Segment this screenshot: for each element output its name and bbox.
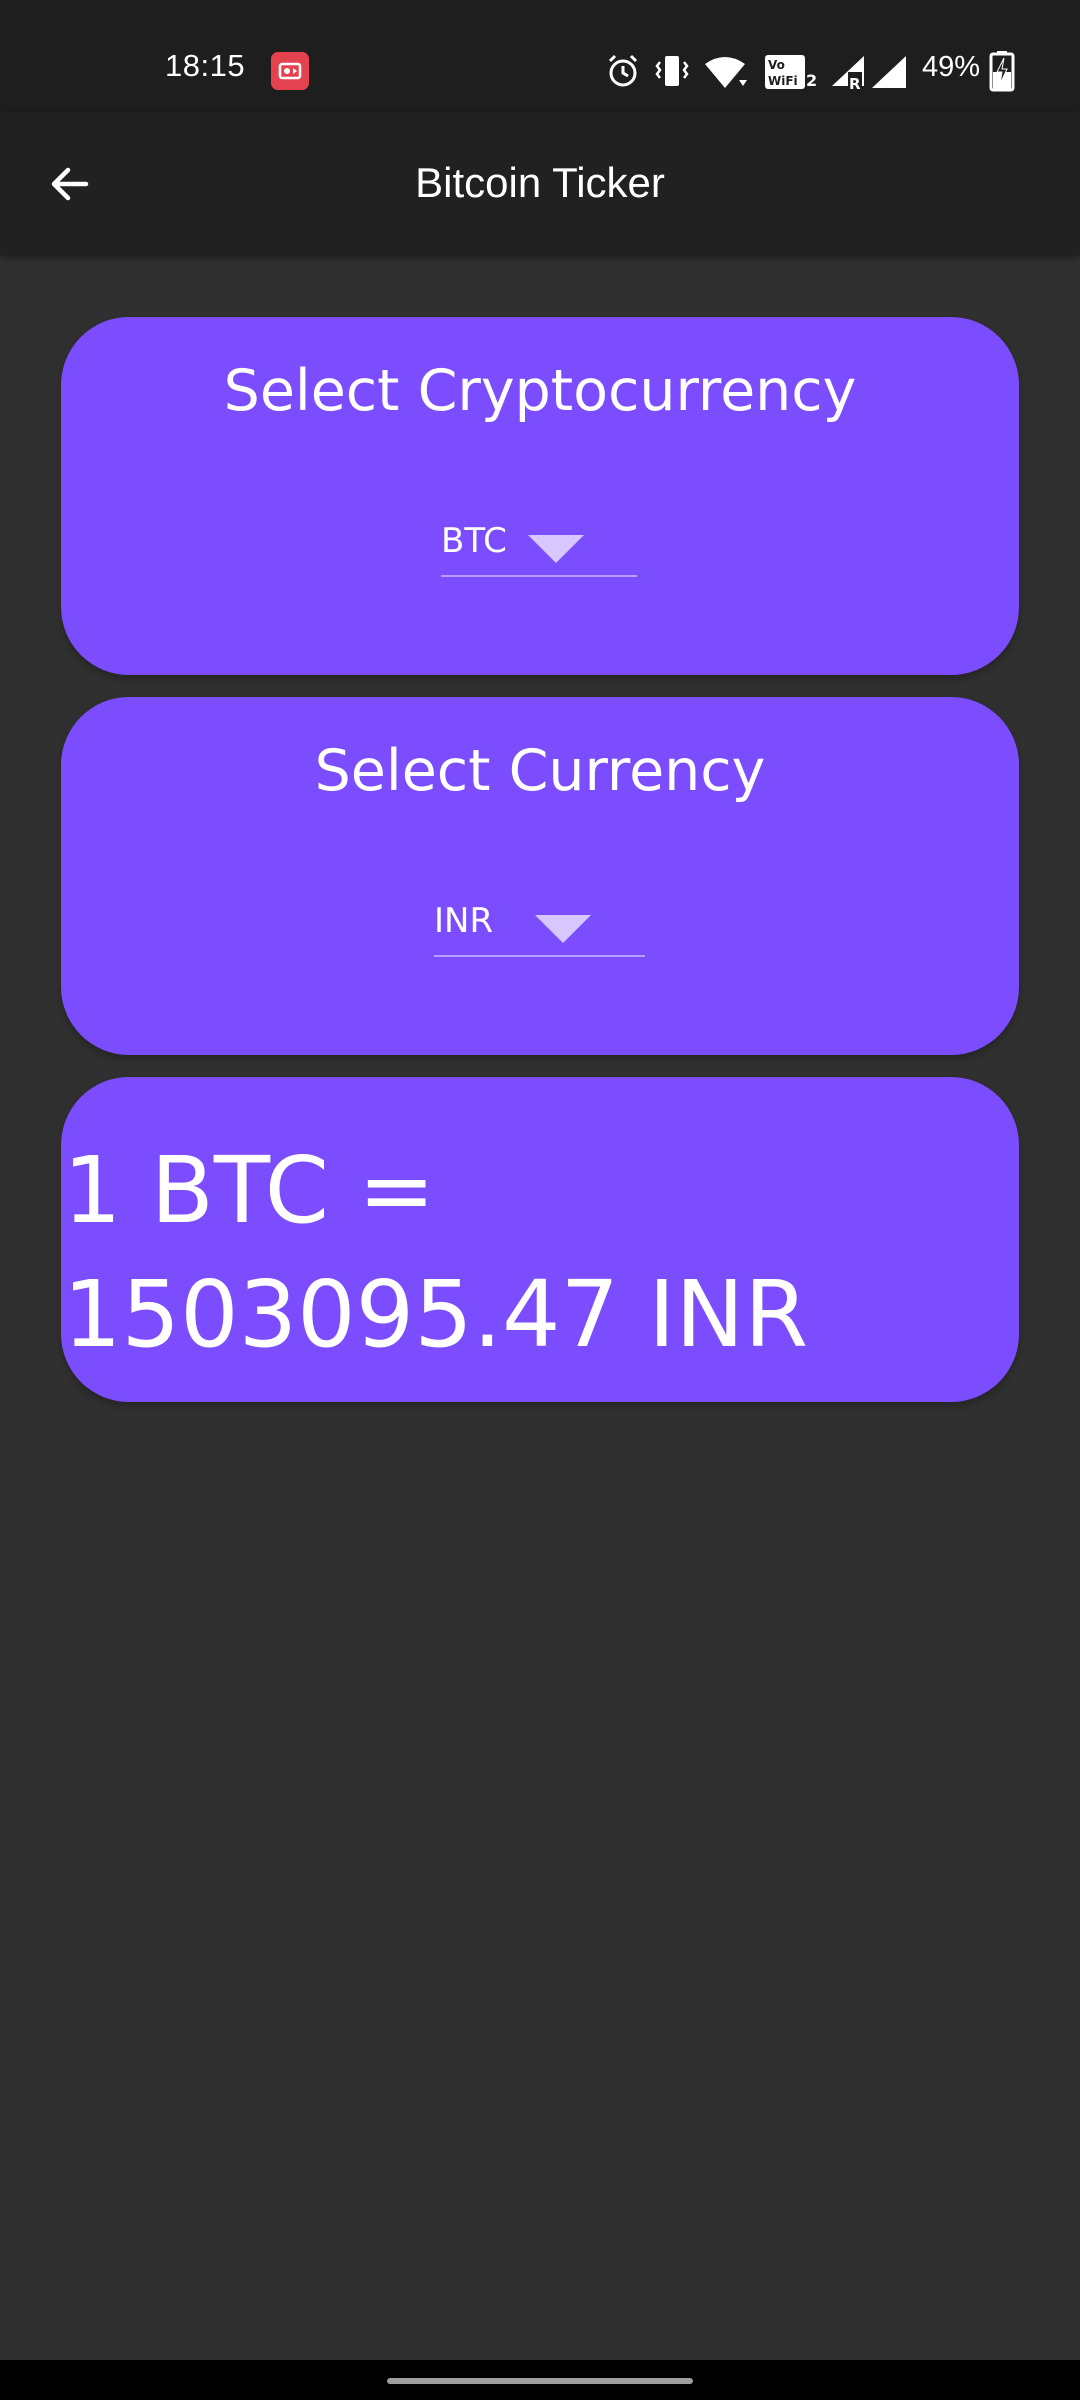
- signal-icon: [872, 56, 906, 88]
- rate-card: 1 BTC = 1503095.47 INR: [61, 1077, 1019, 1402]
- screen-record-icon: [271, 52, 309, 90]
- svg-text:WiFi: WiFi: [768, 74, 798, 88]
- app-bar: Bitcoin Ticker: [0, 112, 1080, 255]
- currency-dropdown-value: INR: [434, 901, 494, 941]
- battery-percentage: 49%: [922, 51, 981, 83]
- alarm-icon: [608, 54, 638, 87]
- currency-card-title: Select Currency: [314, 738, 766, 804]
- status-bar: 18:15 Vo WiFi 2 R 49%: [0, 0, 1080, 112]
- vowifi-icon: Vo WiFi 2: [765, 55, 817, 90]
- dropdown-arrow-icon: [535, 915, 591, 943]
- svg-text:2: 2: [806, 71, 817, 90]
- page-title: Bitcoin Ticker: [415, 159, 665, 206]
- home-indicator[interactable]: [387, 2378, 693, 2384]
- cryptocurrency-dropdown-value: BTC: [441, 521, 507, 561]
- dropdown-arrow-icon: [528, 535, 584, 563]
- vibrate-icon: [655, 56, 689, 86]
- svg-text:R: R: [849, 75, 861, 92]
- navigation-bar: [0, 2360, 1080, 2400]
- exchange-rate-text: 1 BTC = 1503095.47 INR: [63, 1137, 809, 1368]
- wifi-icon: [705, 57, 747, 88]
- battery-charging-icon: [989, 51, 1015, 92]
- crypto-card-title: Select Cryptocurrency: [223, 358, 857, 424]
- crypto-card: Select Cryptocurrency BTC: [61, 317, 1019, 675]
- roaming-signal-icon: R: [832, 56, 864, 92]
- cryptocurrency-dropdown[interactable]: BTC: [441, 517, 637, 577]
- status-time: 18:15: [165, 48, 246, 83]
- currency-dropdown[interactable]: INR: [434, 897, 645, 957]
- screen: 18:15 Vo WiFi 2 R 49% Bitcoin Ticker Sel…: [0, 0, 1080, 2400]
- svg-text:Vo: Vo: [768, 58, 785, 72]
- currency-card: Select Currency INR: [61, 697, 1019, 1055]
